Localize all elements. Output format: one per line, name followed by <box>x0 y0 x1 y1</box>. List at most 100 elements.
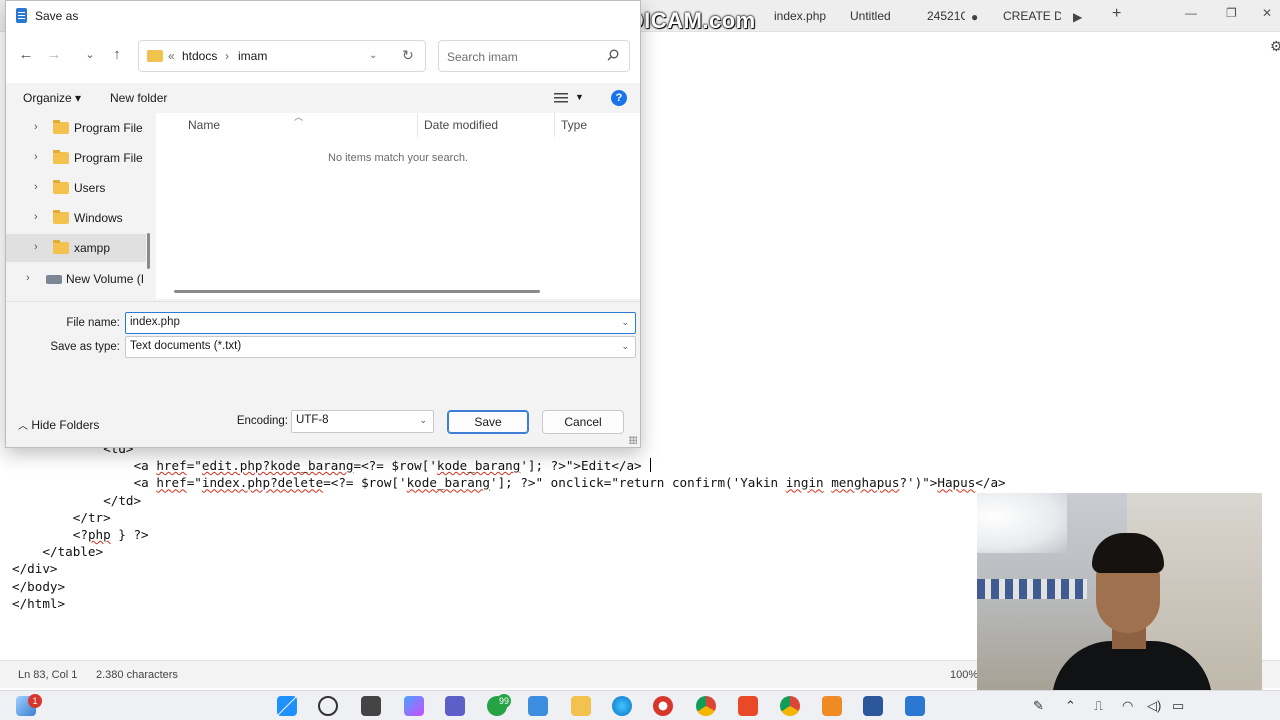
view-options-icon[interactable] <box>554 92 568 104</box>
code-token: </a> <box>975 475 1006 491</box>
spellcheck-token: kode_barang <box>436 458 521 474</box>
expand-chevron-icon[interactable]: › <box>34 121 38 133</box>
notepad-taskbar-icon[interactable] <box>905 696 925 716</box>
tree-item[interactable]: › Windows <box>6 204 146 232</box>
expand-chevron-icon[interactable]: › <box>34 241 38 253</box>
store-icon[interactable] <box>528 696 548 716</box>
save-button[interactable]: Save <box>447 410 529 434</box>
tree-item[interactable]: › Program File <box>6 144 146 172</box>
folder-icon <box>53 150 69 164</box>
code-token: <a <box>133 458 157 474</box>
task-view-icon[interactable] <box>361 696 381 716</box>
settings-gear-icon[interactable]: ⚙ <box>1270 38 1280 55</box>
column-date-modified[interactable]: Date modified <box>424 118 498 132</box>
whatsapp-icon[interactable]: 99 <box>487 694 512 716</box>
code-line: <a href="edit.php?kode_barang=<?= $row['… <box>134 457 651 474</box>
tab-create-da[interactable]: CREATE DA <box>1003 4 1061 28</box>
code-token: =<?= $row[' <box>353 458 437 474</box>
spellcheck-token: menghapus <box>831 475 900 491</box>
resize-grip-icon[interactable] <box>629 436 637 444</box>
sidebar-scrollbar[interactable] <box>147 233 150 269</box>
organize-menu[interactable]: Organize ▾ <box>23 91 81 105</box>
weather-icon[interactable]: 1 <box>16 694 42 716</box>
expand-chevron-icon[interactable]: › <box>34 151 38 163</box>
refresh-icon[interactable]: ↻ <box>402 47 414 64</box>
expand-chevron-icon[interactable]: › <box>34 211 38 223</box>
horizontal-scrollbar[interactable] <box>174 290 540 293</box>
spellcheck-token: href <box>156 475 187 491</box>
back-arrow-icon[interactable]: ← <box>16 45 36 65</box>
teams-icon[interactable] <box>445 696 465 716</box>
pen-icon[interactable]: ✎ <box>1033 698 1044 714</box>
file-name-label: File name: <box>66 317 120 329</box>
file-name-input[interactable]: index.php ⌄ <box>125 312 636 334</box>
tab-untitled[interactable]: Untitled <box>850 4 912 28</box>
recent-locations-chevron-icon[interactable]: ⌄ <box>80 45 100 65</box>
file-name-dropdown-icon[interactable]: ⌄ <box>621 317 629 328</box>
encoding-select[interactable]: UTF-8 ⌄ <box>291 410 434 433</box>
save-as-type-value: Text documents (*.txt) <box>130 340 242 352</box>
tab-24521c[interactable]: 24521C <box>927 4 965 28</box>
breadcrumb-imam[interactable]: imam <box>238 49 267 63</box>
new-tab-button[interactable]: + <box>1112 5 1121 23</box>
code-token: <a <box>133 475 157 491</box>
spellcheck-token: php <box>87 527 111 542</box>
copilot-icon[interactable] <box>404 696 424 716</box>
save-as-type-dropdown-icon[interactable]: ⌄ <box>621 341 629 352</box>
column-name[interactable]: Name <box>188 118 220 132</box>
code-line: </td> <box>103 492 141 509</box>
expand-chevron-icon[interactable]: › <box>26 272 30 284</box>
column-divider[interactable] <box>417 113 418 137</box>
maximize-icon[interactable]: ❐ <box>1226 6 1237 20</box>
column-type[interactable]: Type <box>561 118 587 132</box>
help-icon[interactable]: ? <box>611 90 627 106</box>
new-folder-button[interactable]: New folder <box>110 91 167 105</box>
file-explorer-icon[interactable] <box>571 696 591 716</box>
breadcrumb-htdocs[interactable]: htdocs <box>182 49 217 63</box>
tab-scroll-right-icon[interactable]: ▶ <box>1073 10 1082 24</box>
tab-index-php[interactable]: index.php <box>774 4 834 28</box>
cancel-button[interactable]: Cancel <box>542 410 624 434</box>
sort-ascending-icon: ︿ <box>294 112 304 122</box>
notification-badge: 1 <box>28 694 42 708</box>
save-as-type-select[interactable]: Text documents (*.txt) ⌄ <box>125 336 636 358</box>
chrome-icon[interactable] <box>696 696 716 716</box>
column-divider[interactable] <box>554 113 555 137</box>
tree-item[interactable]: › Program File <box>6 114 146 142</box>
volume-icon[interactable]: ◁) <box>1147 698 1161 714</box>
file-list[interactable]: ︿ Name Date modified Type No items match… <box>156 112 640 299</box>
encoding-dropdown-icon[interactable]: ⌄ <box>419 415 427 426</box>
forward-arrow-icon[interactable]: → <box>44 45 64 65</box>
expand-chevron-icon[interactable]: › <box>34 181 38 193</box>
dialog-titlebar[interactable]: Save as <box>6 1 640 31</box>
word-icon[interactable] <box>863 696 883 716</box>
up-arrow-icon[interactable]: ↑ <box>107 45 127 65</box>
tree-item[interactable]: › New Volume (I <box>6 265 146 293</box>
record-icon[interactable] <box>653 696 673 716</box>
breadcrumb-overflow[interactable]: « <box>168 49 175 63</box>
battery-icon[interactable]: ▭ <box>1172 698 1184 714</box>
xampp-icon[interactable] <box>822 696 842 716</box>
spellcheck-token: Hapus <box>937 475 976 491</box>
edge-icon[interactable] <box>612 696 632 716</box>
tab-modified-dot-icon[interactable]: ● <box>971 10 978 24</box>
close-window-icon[interactable]: ✕ <box>1262 6 1272 20</box>
tree-item[interactable]: › Users <box>6 174 146 202</box>
zoom-level[interactable]: 100% <box>950 669 978 681</box>
wifi-icon[interactable]: ◠ <box>1122 698 1133 714</box>
tray-chevron-icon[interactable]: ⌃ <box>1065 698 1076 714</box>
address-dropdown-icon[interactable]: ⌄ <box>369 50 377 61</box>
wps-icon[interactable] <box>738 696 758 716</box>
tree-item[interactable]: › xampp <box>6 234 146 262</box>
start-icon[interactable] <box>277 696 297 716</box>
chrome-profile-icon[interactable] <box>780 696 800 716</box>
code-token: =" <box>186 458 202 474</box>
search-icon[interactable] <box>318 696 338 716</box>
address-bar[interactable]: « htdocs › imam ⌄ ↻ <box>138 40 426 72</box>
view-dropdown-icon[interactable]: ▼ <box>575 92 584 102</box>
minimize-icon[interactable]: — <box>1185 6 1197 20</box>
tree-item-label: New Volume (I <box>66 272 145 286</box>
hide-folders-toggle[interactable]: ︿ Hide Folders <box>18 417 99 432</box>
search-box[interactable]: Search imam <box>438 40 630 72</box>
usb-icon[interactable]: ⎍ <box>1094 698 1103 714</box>
